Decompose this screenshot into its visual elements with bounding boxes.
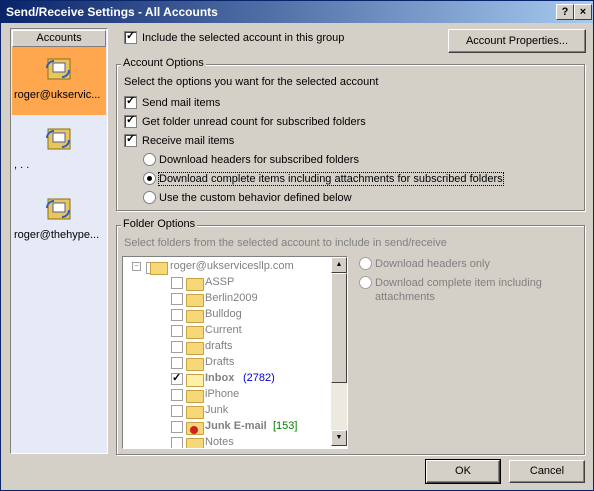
folder-count: (2782) [243,372,275,384]
account-sync-icon [46,58,71,80]
folder-row-notes[interactable]: Notes [123,435,329,448]
window-title: Send/Receive Settings - All Accounts [6,5,218,19]
inbox-icon [186,374,204,387]
folder-name: Inbox [205,372,235,384]
folder-tree[interactable]: − roger@ukservicesllp.com ASSP Berlin200… [122,256,348,449]
folder-row-iphone[interactable]: iPhone [123,387,329,403]
accounts-header[interactable]: Accounts [12,30,106,47]
folder-options-intro: Select folders from the selected account… [124,237,447,249]
download-headers-only-label: Download headers only [375,258,490,270]
account-label: roger@ukservic... [14,89,101,101]
folder-name: Berlin2009 [205,292,258,304]
folder-icon [186,342,204,355]
folder-name: Bulldog [205,308,242,320]
root-label: roger@ukservicesllp.com [170,260,294,272]
collapse-icon[interactable]: − [132,262,141,271]
send-mail-label: Send mail items [142,97,221,109]
folder-name: Current [205,324,242,336]
folder-name: Junk E-mail [205,420,267,432]
folder-row-assp[interactable]: ASSP [123,275,329,291]
account-item-1[interactable]: roger@ukservic... [12,47,106,115]
folder-name: Notes [205,436,234,448]
folder-row-bulldog[interactable]: Bulldog [123,307,329,323]
mailbox-icon [150,262,168,275]
send-mail-checkbox[interactable]: ✓ [124,95,137,109]
folder-checkbox[interactable]: ✓ [171,372,183,385]
folder-icon [186,390,204,403]
account-sync-icon [46,198,71,220]
download-complete-radio[interactable] [143,172,156,185]
folder-name: iPhone [205,388,240,400]
send-receive-settings-window: Send/Receive Settings - All Accounts ? ×… [0,0,594,491]
download-headers-label: Download headers for subscribed folders [159,154,359,166]
folder-icon [186,278,204,291]
ok-button[interactable]: OK [425,459,501,484]
folder-icon [186,310,204,323]
folder-name: Drafts [205,356,235,368]
account-label: roger@thehype... [14,229,100,241]
account-label: , . . [14,159,30,171]
folder-icon [186,406,204,419]
folder-checkbox[interactable] [171,341,183,353]
download-complete-label: Download complete items including attach… [158,172,504,186]
folder-row-drafts[interactable]: Drafts [123,355,329,371]
folder-checkbox[interactable] [171,357,183,369]
receive-mail-label: Receive mail items [142,135,235,147]
accounts-sidebar: Accounts roger@ukservic... , . . roger@t… [10,28,108,454]
cancel-button[interactable]: Cancel [509,460,585,483]
folder-tree-scrollbar[interactable]: ▲ ▼ [331,257,347,446]
account-options-intro: Select the options you want for the sele… [124,76,379,88]
folder-checkbox[interactable] [171,293,183,305]
account-properties-button[interactable]: Account Properties... [448,29,586,53]
account-item-3[interactable]: roger@thehype... [12,187,106,255]
download-complete-item-label: Download complete item including [375,277,542,289]
help-button[interactable]: ? [556,4,574,20]
close-button[interactable]: × [574,4,592,20]
account-item-2[interactable]: , . . [12,117,106,185]
account-sync-icon [46,128,71,150]
download-headers-radio[interactable] [143,153,156,166]
scroll-thumb[interactable] [331,273,347,383]
folder-checkbox[interactable] [171,437,183,448]
folder-row-inbox[interactable]: ✓ Inbox (2782) [123,371,329,387]
folder-row-berlin2009[interactable]: Berlin2009 [123,291,329,307]
folder-checkbox[interactable] [171,325,183,337]
scroll-down-button[interactable]: ▼ [331,430,347,446]
folder-checkbox[interactable] [171,405,183,417]
folder-name: ASSP [205,276,235,288]
download-complete-item-radio[interactable] [359,276,372,289]
include-account-checkbox[interactable]: ✓ [124,30,137,44]
folder-unread-checkbox[interactable]: ✓ [124,114,137,128]
download-headers-only-radio[interactable] [359,257,372,270]
folder-checkbox[interactable] [171,389,183,401]
folder-checkbox[interactable] [171,421,183,433]
folder-row-drafts-lower[interactable]: drafts [123,339,329,355]
folder-checkbox[interactable] [171,277,183,289]
custom-behavior-label: Use the custom behavior defined below [159,192,352,204]
folder-unread-label: Get folder unread count for subscribed f… [142,116,366,128]
blocked-icon [190,426,198,434]
title-bar: Send/Receive Settings - All Accounts ? × [1,1,593,23]
folder-count: [153] [273,420,298,432]
include-account-label: Include the selected account in this gro… [142,32,345,44]
tree-root[interactable]: − roger@ukservicesllp.com [123,259,329,275]
folder-checkbox[interactable] [171,309,183,321]
folder-row-junk-email[interactable]: Junk E-mail [153] [123,419,329,435]
folder-name: Junk [205,404,229,416]
download-complete-item-label-2: attachments [375,291,435,303]
folder-name: drafts [205,340,233,352]
folder-row-junk[interactable]: Junk [123,403,329,419]
folder-icon [186,358,204,371]
folder-icon [186,294,204,307]
folder-icon [186,438,204,448]
account-options-title: Account Options [121,57,206,69]
custom-behavior-radio[interactable] [143,191,156,204]
scroll-up-button[interactable]: ▲ [331,257,347,273]
folder-icon [186,326,204,339]
folder-options-title: Folder Options [121,218,198,230]
receive-mail-checkbox[interactable]: ✓ [124,133,137,147]
folder-row-current[interactable]: Current [123,323,329,339]
